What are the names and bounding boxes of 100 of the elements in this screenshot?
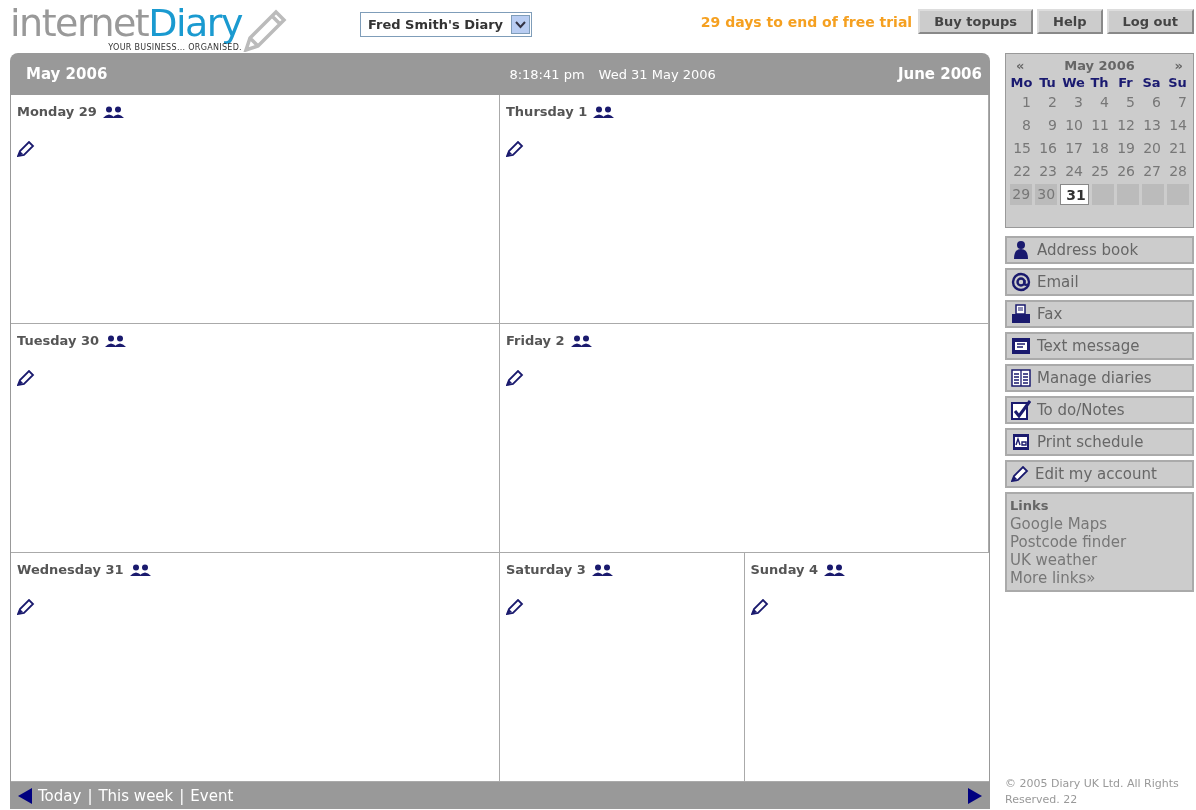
- day-title: Monday 29: [17, 104, 97, 119]
- calendar-day[interactable]: 12: [1114, 115, 1137, 136]
- people-icon: [105, 334, 128, 347]
- footer-link[interactable]: Today: [38, 786, 82, 805]
- copyright: © 2005 Diary UK Ltd. All Rights Reserved. 22: [1005, 776, 1180, 808]
- footer-link[interactable]: Event: [190, 786, 234, 805]
- caret-icon: [515, 20, 527, 29]
- trial-notice: 29 days to end of free trial: [700, 14, 913, 30]
- weekday-label: Mo: [1010, 75, 1033, 90]
- calendar-day[interactable]: 23: [1036, 161, 1059, 182]
- calendar-day[interactable]: 27: [1140, 161, 1163, 182]
- pencil-icon[interactable]: [506, 599, 524, 615]
- diary-select[interactable]: Fred Smith's Diary: [360, 12, 533, 37]
- person-icon: [1011, 240, 1031, 260]
- tool-button[interactable]: Email: [1005, 268, 1194, 296]
- day-title: Sunday 4: [750, 562, 819, 577]
- day-title: Friday 2: [506, 333, 565, 348]
- clock-time: 8:18:41 pm: [509, 66, 585, 82]
- people-icon: [824, 563, 847, 576]
- tool-button[interactable]: To do/Notes: [1005, 396, 1194, 424]
- calendar-day[interactable]: 30: [1035, 184, 1058, 205]
- separator: |: [87, 786, 93, 805]
- calendar-day[interactable]: 3: [1062, 92, 1085, 113]
- tool-button[interactable]: Edit my account: [1005, 460, 1194, 488]
- weekday-label: Fr: [1117, 75, 1134, 90]
- tool-button[interactable]: Print schedule: [1005, 428, 1194, 456]
- calendar-day[interactable]: 10: [1062, 115, 1085, 136]
- prev-month-link[interactable]: May 2006: [26, 65, 108, 83]
- pencil-icon[interactable]: [506, 141, 524, 157]
- calendar-day[interactable]: 4: [1088, 92, 1111, 113]
- at-icon: [1011, 272, 1031, 292]
- calendar-day[interactable]: 6: [1140, 92, 1163, 113]
- logo-tagline: YOUR BUSINESS... ORGANISED.: [108, 43, 242, 52]
- tool-button[interactable]: Address book: [1005, 236, 1194, 264]
- calendar-day[interactable]: 8: [1010, 115, 1033, 136]
- next-month-arrow[interactable]: »: [1174, 58, 1183, 73]
- prev-arrow-icon[interactable]: [18, 787, 32, 804]
- calendar-day[interactable]: 15: [1010, 138, 1033, 159]
- footer-link[interactable]: This week: [98, 786, 174, 805]
- tool-button[interactable]: Text message: [1005, 332, 1194, 360]
- calendar-day[interactable]: 24: [1062, 161, 1085, 182]
- calendar-day[interactable]: 21: [1166, 138, 1189, 159]
- calendar-day[interactable]: 1: [1010, 92, 1033, 113]
- weekday-label: We: [1062, 75, 1085, 90]
- calendar-title: May 2006: [1064, 58, 1135, 73]
- calendar-day[interactable]: 28: [1166, 161, 1189, 182]
- calendar-day[interactable]: 31: [1060, 184, 1089, 205]
- calendar-day[interactable]: 7: [1166, 92, 1189, 113]
- pencil-icon[interactable]: [506, 370, 524, 386]
- calendar-day[interactable]: 22: [1010, 161, 1033, 182]
- header-button[interactable]: Buy topups: [918, 9, 1034, 34]
- phone-screen-icon: [1011, 336, 1031, 356]
- pencil-icon[interactable]: [750, 599, 769, 615]
- people-icon: [570, 334, 593, 347]
- current-date: Wed 31 May 2006: [598, 66, 716, 82]
- weekday-label: Tu: [1038, 75, 1057, 90]
- links-title: Links: [1010, 497, 1050, 515]
- calendar-day[interactable]: 26: [1114, 161, 1137, 182]
- calendar-day[interactable]: 25: [1088, 161, 1111, 182]
- separator: |: [179, 786, 185, 805]
- tool-button[interactable]: Fax: [1005, 300, 1194, 328]
- pencil-icon[interactable]: [17, 599, 35, 615]
- header-button[interactable]: Help: [1037, 9, 1103, 34]
- next-month-link[interactable]: June 2006: [897, 65, 982, 83]
- calendar-day[interactable]: 2: [1036, 92, 1059, 113]
- calendar-day[interactable]: 14: [1166, 115, 1189, 136]
- pencil-icon[interactable]: [17, 370, 35, 386]
- day-title: Tuesday 30: [17, 333, 100, 348]
- calendar-day[interactable]: 16: [1036, 138, 1059, 159]
- side-link[interactable]: More links»: [1010, 569, 1189, 587]
- book-icon: [1011, 368, 1031, 388]
- calendar-day[interactable]: 5: [1114, 92, 1137, 113]
- next-arrow-icon[interactable]: [968, 787, 982, 804]
- side-link[interactable]: Google Maps: [1010, 515, 1189, 533]
- pencil-icon[interactable]: [17, 141, 35, 157]
- calendar-day[interactable]: 29: [1010, 184, 1033, 205]
- weekday-label: Sa: [1141, 75, 1162, 90]
- calendar-day[interactable]: 11: [1088, 115, 1111, 136]
- logo-wordmark: internetDiary: [10, 4, 242, 42]
- calendar-day[interactable]: 17: [1062, 138, 1085, 159]
- checkbox-icon: [1011, 400, 1031, 420]
- calendar-day[interactable]: 18: [1088, 138, 1111, 159]
- prev-month-arrow[interactable]: «: [1016, 58, 1025, 73]
- header-button[interactable]: Log out: [1106, 9, 1194, 34]
- weekday-label: Th: [1089, 75, 1110, 90]
- day-title: Wednesday 31: [17, 562, 124, 577]
- calendar-day[interactable]: 19: [1114, 138, 1137, 159]
- pencil-icon[interactable]: [1011, 466, 1029, 482]
- calendar-day[interactable]: 20: [1140, 138, 1163, 159]
- people-icon: [129, 563, 152, 576]
- fax-icon: [1011, 304, 1031, 324]
- weekday-label: Su: [1167, 75, 1188, 90]
- tool-button[interactable]: Manage diaries: [1005, 364, 1194, 392]
- people-icon: [593, 105, 616, 118]
- people-icon: [591, 563, 614, 576]
- side-link[interactable]: Postcode finder: [1010, 533, 1189, 551]
- calendar-day[interactable]: 13: [1140, 115, 1163, 136]
- side-link[interactable]: UK weather: [1010, 551, 1189, 569]
- day-title: Thursday 1: [506, 104, 588, 119]
- calendar-day[interactable]: 9: [1036, 115, 1059, 136]
